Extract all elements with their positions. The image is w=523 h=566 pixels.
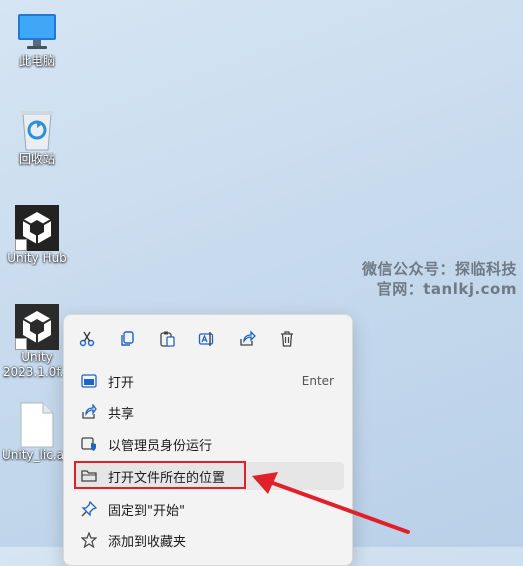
menu-item-label: 固定到"开始" (108, 503, 185, 519)
pin-icon (80, 500, 98, 518)
shield-icon (80, 435, 98, 453)
menu-item-share[interactable]: 共享 (74, 398, 344, 426)
recycle-bin-icon (15, 106, 59, 152)
share-icon (80, 403, 98, 421)
paste-icon (160, 331, 175, 347)
copy-button[interactable] (113, 325, 141, 353)
menu-item-add-to-favorites[interactable]: 添加到收藏夹 (74, 526, 344, 554)
desktop-icon-label-line2: 2023.1.0f... (2, 365, 72, 379)
scissors-icon (79, 331, 95, 347)
trash-icon (281, 331, 293, 347)
annotation-highlight-box (74, 461, 246, 489)
menu-item-open[interactable]: 打开 Enter (74, 367, 344, 395)
desktop-icon-this-pc[interactable]: 此电脑 (2, 10, 72, 69)
desktop-icon-label: 此电脑 (18, 54, 55, 68)
desktop-icon-recycle-bin[interactable]: 回收站 (2, 106, 72, 167)
watermark-line2: 官网：tanlkj.com (376, 280, 517, 298)
desktop-icon-label: Unity_lic.al... (2, 448, 72, 462)
desktop-icon-label: Unity (21, 350, 53, 364)
desktop-icon-unity-hub[interactable]: Unity Hub (2, 205, 72, 266)
menu-item-pin-to-start[interactable]: 固定到"开始" (74, 495, 344, 523)
file-icon (19, 402, 55, 448)
desktop-icon-label: 回收站 (18, 152, 55, 166)
menu-item-label: 以管理员身份运行 (108, 438, 213, 454)
monitor-icon (15, 10, 59, 54)
menu-item-label: 打开 (108, 375, 135, 391)
rename-icon (198, 332, 214, 346)
unity-icon (15, 205, 59, 251)
unity-icon (15, 304, 59, 350)
delete-button[interactable] (273, 325, 301, 353)
desktop-icon-label: Unity Hub (7, 251, 67, 265)
open-icon (80, 372, 98, 390)
desktop-icon-unity[interactable]: Unity 2023.1.0f... (2, 304, 72, 380)
share-button[interactable] (233, 325, 261, 353)
copy-icon (121, 331, 134, 346)
share-icon (240, 330, 256, 346)
menu-item-shortcut: Enter (301, 374, 334, 388)
context-menu-toolbar (64, 325, 352, 353)
menu-item-label: 共享 (108, 406, 135, 422)
context-menu: 打开 Enter 共享 以管理员身份运行 打开文件所在的位置 固定到"开始" 添… (63, 314, 353, 566)
rename-button[interactable] (193, 325, 221, 353)
cut-button[interactable] (73, 325, 101, 353)
shortcut-arrow-icon (15, 239, 27, 251)
desktop-icon-unity-lic[interactable]: Unity_lic.al... (2, 402, 72, 463)
menu-item-run-as-admin[interactable]: 以管理员身份运行 (74, 430, 344, 458)
watermark-line1: 微信公众号：探临科技 (361, 260, 517, 278)
paste-button[interactable] (153, 325, 181, 353)
star-icon (80, 531, 98, 549)
shortcut-arrow-icon (15, 338, 27, 350)
